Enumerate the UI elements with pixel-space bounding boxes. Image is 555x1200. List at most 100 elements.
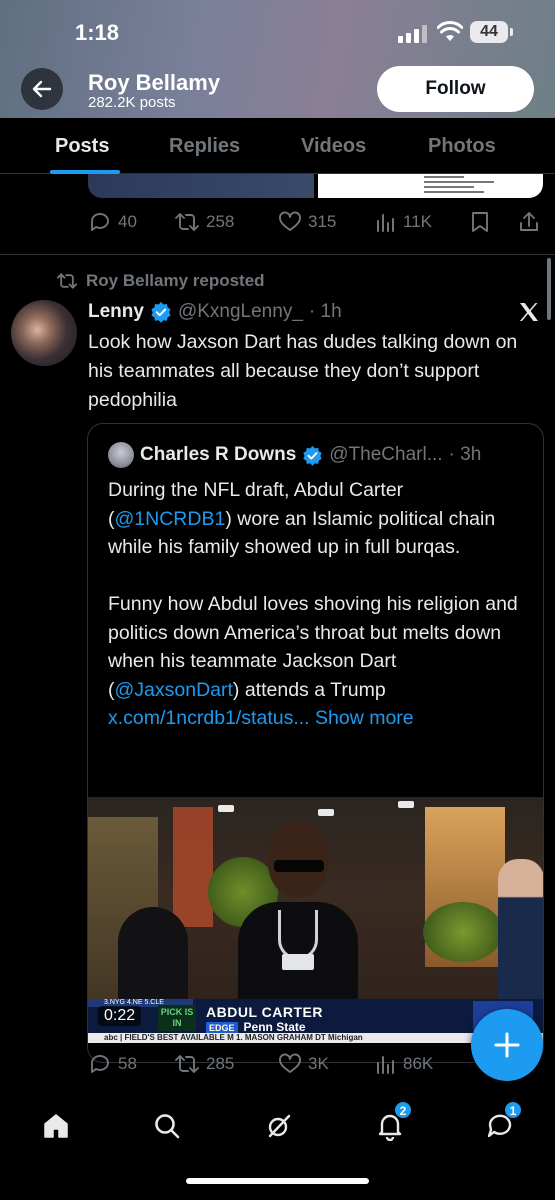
reply-count: 40 xyxy=(118,212,137,231)
repost-icon xyxy=(175,1055,199,1073)
repost-count: 258 xyxy=(206,212,235,231)
tab-videos[interactable]: Videos xyxy=(301,135,366,158)
url-link[interactable]: x.com/1ncrdb1/status... xyxy=(108,707,310,729)
video-scene xyxy=(498,859,543,1009)
quoted-avatar xyxy=(108,442,134,468)
messages-badge: 1 xyxy=(504,1101,522,1119)
views-count: 11K xyxy=(403,212,432,231)
reply-count: 58 xyxy=(118,1054,137,1073)
back-button[interactable] xyxy=(21,68,63,110)
repost-button[interactable]: 258 xyxy=(174,210,234,234)
player-name: ABDUL CARTER xyxy=(206,1004,323,1020)
mention-link[interactable]: @1NCRDB1 xyxy=(115,508,226,530)
video-duration: 0:22 xyxy=(98,1006,142,1026)
views-icon xyxy=(377,214,394,232)
quoted-tweet-text: During the NFL draft, Abdul Carter (@1NC… xyxy=(108,476,528,733)
cellular-signal-icon xyxy=(398,25,430,43)
profile-tabs: Posts Replies Videos Photos xyxy=(0,118,555,174)
like-button[interactable]: 3K xyxy=(278,1052,329,1076)
views-icon xyxy=(377,1056,394,1074)
plus-icon xyxy=(494,1032,520,1058)
repost-count: 285 xyxy=(206,1054,235,1073)
quoted-author-handle: @TheCharl... xyxy=(329,444,443,465)
video-scene xyxy=(398,801,414,808)
previous-post-actions: 40 258 315 11K xyxy=(88,210,543,240)
reply-icon xyxy=(91,213,109,231)
previous-post-image[interactable] xyxy=(88,174,314,198)
post-count: 282.2K posts xyxy=(88,94,176,111)
video-scene xyxy=(173,807,213,927)
video-subject xyxy=(238,822,358,1032)
arrow-left-icon xyxy=(32,80,52,98)
video-scene xyxy=(318,809,334,816)
reply-icon xyxy=(91,1055,109,1073)
nav-messages[interactable]: 1 xyxy=(480,1101,522,1146)
player-position-school: EDGE Penn State xyxy=(206,1020,306,1034)
like-count: 315 xyxy=(308,212,337,231)
views-count: 86K xyxy=(403,1054,434,1073)
quoted-tweet-time: · 3h xyxy=(448,444,482,465)
pick-is-in-label: PICK IS IN xyxy=(158,1005,196,1031)
post-divider xyxy=(0,254,555,255)
grok-icon xyxy=(268,1114,291,1138)
tab-replies[interactable]: Replies xyxy=(169,135,240,158)
bookmark-icon xyxy=(472,212,488,232)
repost-icon xyxy=(175,213,199,231)
quoted-author: Charles R Downs @TheCharl... · 3h xyxy=(108,442,481,468)
tab-posts[interactable]: Posts xyxy=(55,135,109,158)
reply-button[interactable]: 40 xyxy=(88,210,137,234)
battery-indicator: 44 xyxy=(470,21,513,43)
profile-header: 1:18 44 Roy Bellamy 282.2K posts Follow xyxy=(0,0,555,118)
views-button[interactable]: 86K xyxy=(375,1052,433,1076)
search-icon xyxy=(155,1114,180,1139)
mention-link[interactable]: @JaxsonDart xyxy=(115,679,233,701)
repost-icon xyxy=(56,273,78,289)
heart-icon xyxy=(279,1053,301,1073)
video-scene xyxy=(218,805,234,812)
repost-label: Roy Bellamy reposted xyxy=(86,271,265,290)
repost-indicator[interactable]: Roy Bellamy reposted xyxy=(56,271,265,291)
bookmark-button[interactable] xyxy=(470,210,490,234)
like-count: 3K xyxy=(308,1054,329,1073)
follow-button[interactable]: Follow xyxy=(377,66,534,112)
nav-grok[interactable] xyxy=(259,1106,299,1146)
author-handle: @KxngLenny_ xyxy=(177,301,303,322)
tweet-author: Lenny @KxngLenny_ · 1h xyxy=(88,299,543,325)
status-bar: 1:18 44 xyxy=(0,0,555,60)
tweet-time: · 1h xyxy=(308,301,342,322)
previous-post-document-image[interactable] xyxy=(318,174,543,198)
wifi-icon xyxy=(437,21,463,41)
nav-notifications[interactable]: 2 xyxy=(370,1101,412,1146)
quoted-author-name: Charles R Downs xyxy=(140,444,297,465)
nav-search[interactable] xyxy=(147,1106,187,1146)
reply-button[interactable]: 58 xyxy=(88,1052,137,1076)
player-school: Penn State xyxy=(243,1020,306,1034)
video-player[interactable]: 3.NYG 4.NE 5.CLE PICK IS IN ABDUL CARTER… xyxy=(88,797,543,1043)
heart-icon xyxy=(279,211,301,231)
share-button[interactable] xyxy=(518,210,540,234)
compose-post-button[interactable] xyxy=(471,1009,543,1081)
bottom-navigation: 2 1 xyxy=(0,1092,555,1200)
quoted-text-part: ) attends a Trump xyxy=(232,678,386,701)
verified-badge-icon xyxy=(303,445,322,466)
author-name[interactable]: Lenny xyxy=(88,301,144,323)
status-time: 1:18 xyxy=(75,20,120,45)
repost-button[interactable]: 285 xyxy=(174,1052,234,1076)
tweet-text: Look how Jaxson Dart has dudes talking d… xyxy=(88,331,518,411)
share-icon xyxy=(520,212,538,231)
home-indicator xyxy=(186,1178,369,1184)
quoted-tweet[interactable]: Charles R Downs @TheCharl... · 3h During… xyxy=(87,423,544,1063)
profile-name: Roy Bellamy xyxy=(88,70,221,95)
show-more-link[interactable]: Show more xyxy=(315,707,414,729)
nav-home[interactable] xyxy=(36,1106,76,1146)
tab-photos[interactable]: Photos xyxy=(428,135,496,158)
notifications-badge: 2 xyxy=(394,1101,412,1119)
video-scene xyxy=(423,902,503,962)
like-button[interactable]: 315 xyxy=(278,210,336,234)
home-icon xyxy=(44,1114,68,1138)
avatar[interactable] xyxy=(11,300,77,366)
views-button[interactable]: 11K xyxy=(375,210,432,234)
scrollbar[interactable] xyxy=(547,258,551,320)
x-logo-icon[interactable] xyxy=(517,300,541,324)
verified-badge-icon xyxy=(151,302,171,323)
